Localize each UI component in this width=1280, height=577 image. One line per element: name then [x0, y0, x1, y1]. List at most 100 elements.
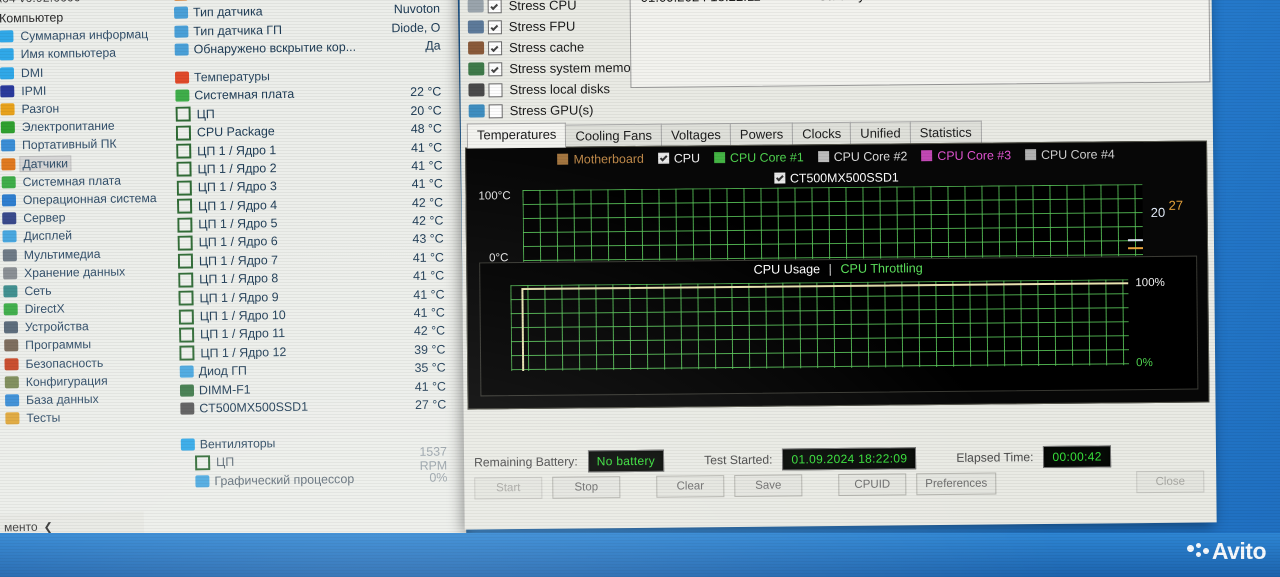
legend-color-swatch [1024, 149, 1037, 161]
battery-label: Remaining Battery: [473, 454, 578, 470]
sidebar-item-label: Портативный ПК [22, 137, 117, 153]
sidebar-item-21[interactable]: ›Тесты [0, 407, 173, 428]
disk-icon [468, 83, 485, 97]
memory-icon [468, 62, 485, 76]
benchmark-icon [5, 412, 20, 425]
row-value: Да [425, 38, 441, 53]
tab-cooling-fans[interactable]: Cooling Fans [565, 123, 663, 148]
stress-option-3[interactable]: Stress system memory [468, 57, 648, 80]
checkbox-icon[interactable] [657, 152, 669, 164]
row-label: ЦП 1 / Ядро 5 [198, 216, 278, 232]
test-started-value: 01.09.2024 18:22:09 [782, 447, 917, 471]
button-preferences[interactable]: Preferences [916, 472, 997, 496]
tab-voltages[interactable]: Voltages [660, 123, 732, 147]
laptop-icon [1, 139, 16, 152]
button-cpuid[interactable]: CPUID [838, 473, 907, 497]
cpu-axis-top-label: 100% [1135, 276, 1165, 290]
sensor-readings-panel: Свойства датчика Тип датчика Nuvoton Тип д… [173, 0, 454, 491]
shield-icon [174, 43, 189, 56]
sensor-properties-title: Свойства датчика [193, 0, 295, 1]
row-label: ЦП [196, 106, 215, 122]
tab-statistics[interactable]: Statistics [909, 120, 982, 145]
legend-color-swatch [921, 150, 933, 162]
desktop-bottom-edge [0, 533, 1280, 577]
sidebar-item-label: DMI [20, 65, 44, 80]
row-value: 41 °C [411, 176, 443, 192]
stress-option-2[interactable]: Stress cache [468, 36, 648, 59]
checkbox-icon[interactable] [488, 61, 503, 76]
tab-unified[interactable]: Unified [850, 121, 911, 145]
checkbox-icon [195, 455, 211, 471]
row-value: 41 °C [411, 158, 443, 173]
row-value: 41 °C [413, 305, 445, 321]
row-value: 20 °C [410, 103, 442, 118]
computer-name-icon [0, 48, 14, 61]
checkbox-icon [195, 475, 210, 488]
motherboard-icon [1, 176, 16, 189]
row-label: Тип датчика [192, 4, 263, 20]
avito-watermark: Avito [1186, 538, 1267, 565]
sidebar-item-label: Разгон [21, 101, 60, 117]
checkbox-icon[interactable] [488, 82, 503, 97]
stress-option-0[interactable]: Stress CPU [467, 0, 648, 17]
legend-label: CPU Core #2 [833, 148, 908, 164]
tab-temperatures[interactable]: Temperatures [466, 122, 567, 149]
stress-option-label: Stress GPU(s) [509, 102, 594, 119]
legend-item-2[interactable]: CPU Core #1 [713, 150, 804, 165]
sidebar-tree: Компьютер Суммарная информац Имя компьюте… [0, 7, 173, 428]
row-value: 39 °C [414, 342, 446, 357]
checkbox-icon[interactable] [773, 172, 785, 184]
row-label: ЦП 1 / Ядро 6 [198, 234, 278, 250]
sidebar-item-label: Дисплей [23, 228, 73, 244]
button-start: Start [474, 476, 543, 500]
elapsed-time-label: Elapsed Time: [956, 450, 1034, 465]
stress-option-1[interactable]: Stress FPU [467, 15, 648, 38]
legend-item-5[interactable]: CPU Core #4 [1024, 147, 1115, 162]
checkbox-icon[interactable] [487, 0, 502, 13]
row-label: ЦП 1 / Ядро 1 [197, 142, 277, 158]
avito-watermark-text: Avito [1211, 538, 1267, 564]
checkbox-icon[interactable] [488, 103, 503, 118]
temp-axis-top-label: 100°C [478, 190, 511, 203]
cpu-usage-label: CPU Usage [753, 262, 821, 277]
legend-item-6[interactable]: CT500MX500SSD1 [773, 170, 899, 185]
button-stop[interactable]: Stop [552, 476, 621, 499]
sidebar-item-label: Сеть [24, 283, 52, 299]
sidebar-item-label: Сервер [23, 210, 66, 226]
legend-item-4[interactable]: CPU Core #3 [921, 148, 1011, 163]
log-row[interactable]: 01.09.2024 18:22:11Stability Test: Start… [630, 0, 1208, 5]
button-close: Close [1136, 470, 1205, 494]
checkbox-icon[interactable] [488, 40, 503, 55]
tab-clocks[interactable]: Clocks [792, 121, 852, 146]
row-value: 48 °C [410, 121, 443, 137]
screenshot-root: A64 v6.92.6600 Компьютер Суммарная инфор… [0, 0, 1280, 577]
row-value: 0% [429, 470, 448, 485]
overclock-icon [0, 103, 15, 116]
checkbox-icon[interactable] [487, 19, 502, 34]
button-save[interactable]: Save [734, 474, 803, 498]
row-label: ЦП 1 / Ядро 7 [198, 252, 279, 269]
fans-title: Вентиляторы [199, 435, 276, 452]
temp-value-label-1: 20 [1150, 204, 1166, 220]
stress-option-label: Stress system memory [509, 59, 642, 77]
checkbox-icon [179, 384, 195, 397]
checkbox-icon [175, 89, 190, 103]
legend-item-3[interactable]: CPU Core #2 [817, 148, 908, 164]
stress-option-5[interactable]: Stress GPU(s) [468, 99, 649, 122]
checkbox-icon [176, 198, 193, 214]
chevron-left-icon[interactable]: ❮ [43, 520, 52, 533]
elapsed-time-value: 00:00:42 [1043, 445, 1111, 469]
legend-item-0[interactable]: Motherboard [557, 151, 644, 166]
button-clear[interactable]: Clear [656, 475, 725, 498]
row-label: DIMM-F1 [198, 382, 251, 397]
row-value: 41 °C [412, 250, 445, 265]
row-value: 42 °C [411, 195, 444, 210]
checkbox-icon [178, 290, 194, 306]
sidebar-item-label: Датчики [20, 155, 71, 171]
checkbox-icon [176, 180, 192, 196]
stress-option-4[interactable]: Stress local disks [468, 78, 648, 101]
temperatures-title: Температуры [193, 68, 270, 85]
row-label: Обнаружено вскрытие кор... [193, 39, 357, 57]
legend-item-1[interactable]: CPU [657, 151, 700, 165]
tab-powers[interactable]: Powers [729, 122, 794, 147]
